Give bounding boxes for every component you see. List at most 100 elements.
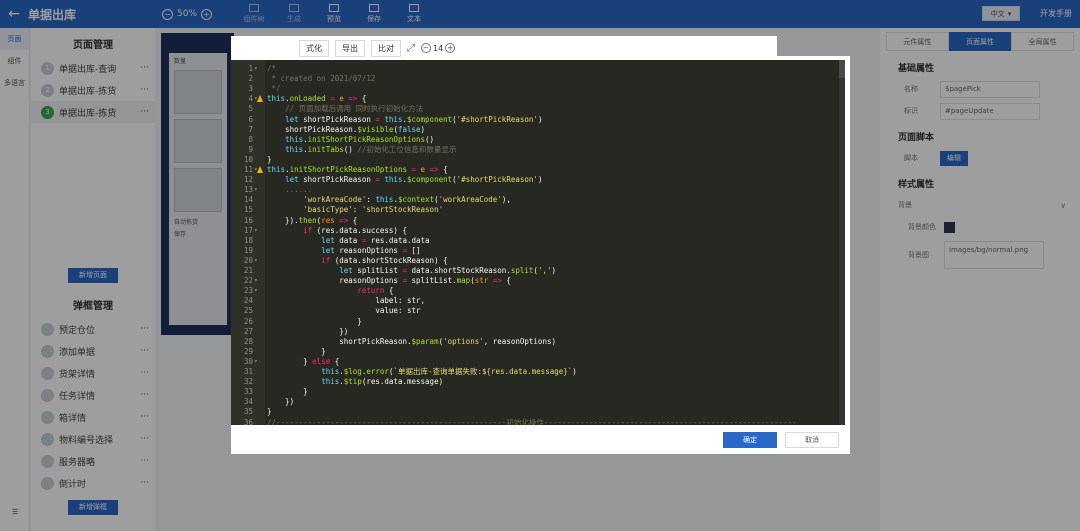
code-line[interactable]: 35} (231, 407, 845, 417)
fold-arrow-icon[interactable]: ▾ (254, 256, 258, 266)
code-text: shortPickReason.$param('options', reason… (267, 336, 556, 346)
code-text: shortPickReason.$visible(false) (267, 124, 426, 134)
line-number: 18 (243, 235, 253, 245)
code-line[interactable]: 7 shortPickReason.$visible(false) (231, 125, 845, 135)
fold-arrow-icon[interactable]: ▾ (254, 185, 258, 195)
line-number: 23 (243, 286, 253, 296)
code-line[interactable]: 30 ▾ } else { (231, 357, 845, 367)
code-line[interactable]: 23 ▾ return { (231, 286, 845, 296)
line-number: 32 (243, 377, 253, 387)
line-number: 5 (248, 104, 253, 114)
decrease-font-icon[interactable]: − (421, 43, 431, 53)
code-line[interactable]: 9 this.initTabs() //初始化工位信息和数量显示 (231, 145, 845, 155)
code-line[interactable]: 21 let splitList = data.shortStockReason… (231, 266, 845, 276)
code-line[interactable]: 5 // 页面加载后调用 同时执行初始化方法 (231, 104, 845, 114)
export-button[interactable]: 导出 (335, 39, 365, 57)
code-text: */ (267, 84, 281, 94)
code-line[interactable]: 6 let shortPickReason = this.$component(… (231, 115, 845, 125)
code-line[interactable]: 29 } (231, 347, 845, 357)
code-text: if (res.data.success) { (303, 225, 407, 235)
confirm-button[interactable]: 确定 (723, 432, 777, 448)
code-line[interactable]: 2 * created on 2021/07/12 (231, 74, 845, 84)
code-line[interactable]: 12 let shortPickReason = this.$component… (231, 175, 845, 185)
fold-arrow-icon[interactable]: ▾ (254, 286, 258, 296)
line-number: 10 (243, 154, 253, 164)
code-line[interactable]: 3 */ (231, 84, 845, 94)
code-text: label: str, (267, 296, 426, 306)
line-number: 3 (248, 84, 253, 94)
code-line[interactable]: 13 ▾ ...... (231, 185, 845, 195)
fold-arrow-icon[interactable]: ▾ (254, 226, 258, 236)
code-line[interactable]: 18 let data = res.data.data (231, 236, 845, 246)
line-number: 6 (248, 114, 253, 124)
line-number: 20 (243, 255, 253, 265)
line-number: 30 (243, 356, 253, 366)
code-text: this.initTabs() //初始化工位信息和数量显示 (285, 144, 457, 154)
fold-arrow-icon[interactable]: ▾ (254, 357, 258, 367)
code-text: let data = res.data.data (321, 235, 430, 245)
line-number: 16 (243, 215, 253, 225)
line-number: 25 (243, 306, 253, 316)
line-number: 13 (243, 185, 253, 195)
code-line[interactable]: 15 'basicType': 'shortStockReason' (231, 205, 845, 215)
code-line[interactable]: 22 ▾ reasonOptions = splitList.map(str =>… (231, 276, 845, 286)
font-size-value: 14 (433, 43, 444, 53)
line-number: 11 (243, 165, 253, 174)
code-line[interactable]: 11 ▾ this.initShortPickReasonOptions = e =… (231, 165, 845, 175)
code-line[interactable]: 31 this.$log.error(`单据出库-查询单据失败:${res.da… (231, 367, 845, 377)
code-text: this.initShortPickReasonOptions() (285, 134, 435, 144)
line-number: 12 (243, 175, 253, 185)
increase-font-icon[interactable]: + (445, 43, 456, 53)
code-line[interactable]: 19 let reasonOptions = [] (231, 246, 845, 256)
format-button[interactable]: 式化 (299, 39, 329, 57)
code-text: let reasonOptions = [] (321, 245, 421, 255)
line-number: 22 (243, 276, 253, 286)
fold-arrow-icon[interactable]: ▾ (254, 64, 258, 74)
code-line[interactable]: 25 value: str (231, 306, 845, 316)
code-line[interactable]: 27 }) (231, 327, 845, 337)
compare-button[interactable]: 比对 (371, 39, 401, 57)
code-line[interactable]: 4 ▾ this.onLoaded = e => { (231, 94, 845, 104)
code-line[interactable]: 24 label: str, (231, 296, 845, 306)
code-line[interactable]: 34 }) (231, 397, 845, 407)
line-number: 34 (243, 397, 253, 407)
code-text: if (data.shortStockReason) { (321, 255, 448, 265)
code-line[interactable]: 10} (231, 155, 845, 165)
code-line[interactable]: 26 } (231, 317, 845, 327)
code-text: } else { (267, 356, 340, 366)
line-number: 27 (243, 326, 253, 336)
code-line[interactable]: 8 this.initShortPickReasonOptions() (231, 135, 845, 145)
code-text: }).then(res => { (267, 215, 358, 225)
code-line[interactable]: 17 ▾ if (res.data.success) { (231, 226, 845, 236)
code-text: value: str (267, 306, 421, 316)
code-text: } (267, 316, 362, 326)
cancel-button[interactable]: 取消 (785, 432, 839, 448)
code-line[interactable]: 32 this.$tip(res.data.message) (231, 377, 845, 387)
code-text: reasonOptions = splitList.map(str => { (267, 276, 511, 286)
line-number: 14 (243, 195, 253, 205)
line-number: 9 (248, 144, 253, 154)
line-number: 36 (243, 417, 253, 426)
code-line[interactable]: 20 ▾ if (data.shortStockReason) { (231, 256, 845, 266)
line-number: 2 (248, 74, 253, 84)
code-text: } (267, 407, 272, 417)
code-line[interactable]: 36 //------------------------------------… (231, 418, 845, 426)
code-text: this.$log.error(`单据出库-查询单据失败:${res.data.… (321, 367, 577, 376)
code-line[interactable]: 33 } (231, 387, 845, 397)
line-number: 1 (248, 64, 253, 73)
code-editor[interactable]: 1 ▾/* 2 * created on 2021/07/12 3 */4 ▾ this.… (231, 60, 845, 425)
code-text: this.initShortPickReasonOptions = e => { (267, 165, 448, 174)
line-number: 35 (243, 407, 253, 417)
code-text: } (267, 154, 272, 164)
code-line[interactable]: 28 shortPickReason.$param('options', rea… (231, 337, 845, 347)
code-line[interactable]: 14 'workAreaCode': this.$context('workAr… (231, 195, 845, 205)
code-line[interactable]: 1 ▾ /* (231, 64, 845, 74)
code-text: } (267, 387, 308, 397)
modal-backdrop-top[interactable] (0, 0, 1080, 28)
modal-backdrop-left[interactable] (0, 28, 155, 531)
expand-icon[interactable]: ⤢ (407, 43, 415, 54)
code-line[interactable]: 16 }).then(res => { (231, 216, 845, 226)
code-text: let splitList = data.shortStockReason.sp… (339, 266, 556, 275)
fold-arrow-icon[interactable]: ▾ (254, 276, 258, 286)
font-size-control: − 14 + (421, 43, 456, 53)
